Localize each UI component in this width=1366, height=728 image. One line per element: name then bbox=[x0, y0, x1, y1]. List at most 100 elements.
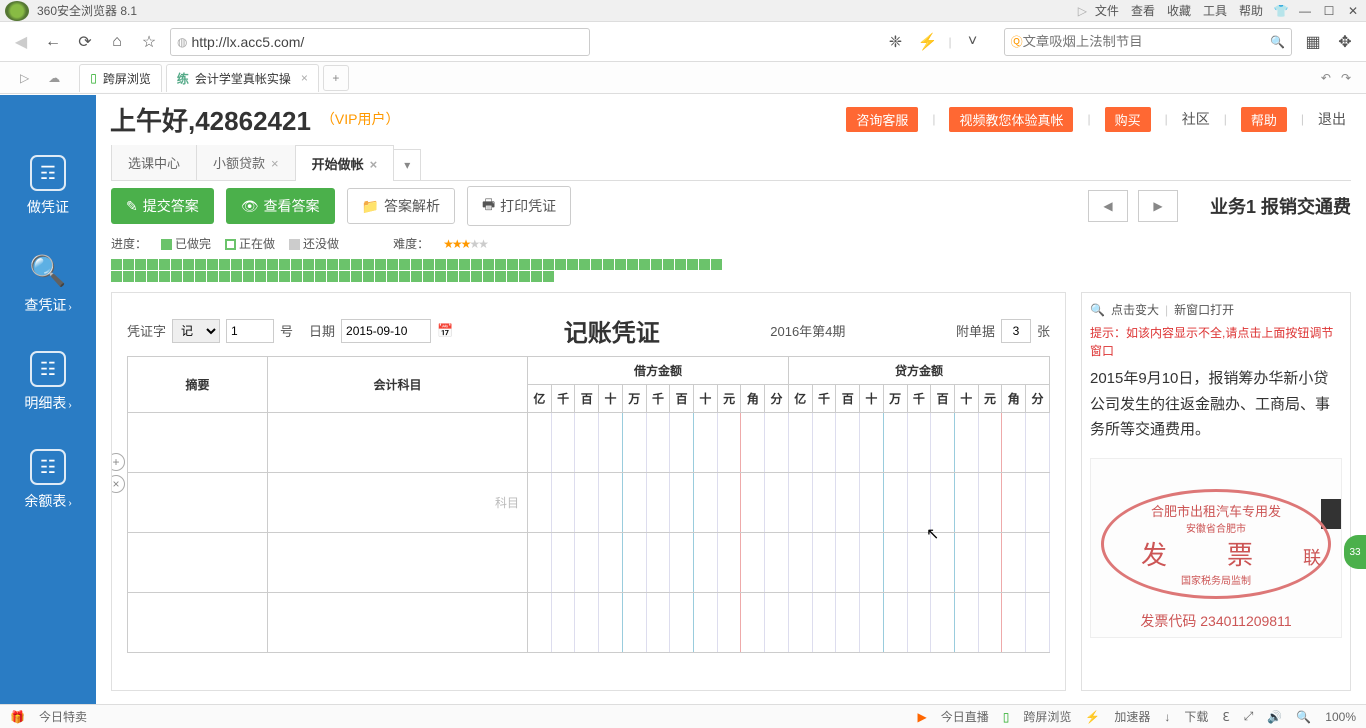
redo-icon[interactable]: ↷ bbox=[1341, 71, 1351, 85]
amount-cell[interactable] bbox=[954, 533, 978, 593]
itab-more[interactable]: ▾ bbox=[393, 149, 421, 180]
mute-icon[interactable]: ⤢ bbox=[1244, 709, 1254, 724]
sidebar-item-detail[interactable]: ☷ 明细表› bbox=[24, 351, 71, 413]
amount-cell[interactable] bbox=[670, 593, 694, 653]
amount-cell[interactable] bbox=[836, 473, 860, 533]
summary-cell[interactable] bbox=[128, 533, 268, 593]
amount-cell[interactable] bbox=[717, 413, 741, 473]
menu-file[interactable]: 文件 bbox=[1095, 2, 1119, 19]
sidebar-toggle-icon[interactable]: ▷ bbox=[20, 71, 29, 85]
amount-cell[interactable] bbox=[575, 533, 599, 593]
maximize-icon[interactable]: ☐ bbox=[1321, 4, 1337, 18]
amount-cell[interactable] bbox=[622, 413, 646, 473]
amount-cell[interactable] bbox=[1026, 473, 1050, 533]
amount-cell[interactable] bbox=[1002, 413, 1026, 473]
sidebar-item-balance[interactable]: ☷ 余额表› bbox=[24, 449, 71, 511]
help-button[interactable]: 帮助 bbox=[1241, 107, 1287, 132]
amount-cell[interactable] bbox=[741, 413, 765, 473]
amount-cell[interactable] bbox=[1026, 413, 1050, 473]
next-task-button[interactable]: ▶ bbox=[1138, 190, 1178, 222]
phone-icon[interactable]: ▯ bbox=[1003, 710, 1010, 724]
search-engine-icon[interactable]: Ⓠ bbox=[1011, 33, 1023, 50]
amount-cell[interactable] bbox=[836, 593, 860, 653]
amount-cell[interactable] bbox=[907, 533, 931, 593]
amount-cell[interactable] bbox=[599, 473, 623, 533]
amount-cell[interactable] bbox=[836, 533, 860, 593]
theme-icon[interactable]: 👕 bbox=[1273, 4, 1289, 18]
amount-cell[interactable] bbox=[694, 593, 718, 653]
status-left[interactable]: 今日特卖 bbox=[39, 708, 87, 725]
amount-cell[interactable] bbox=[883, 593, 907, 653]
logout-link[interactable]: 退出 bbox=[1318, 109, 1346, 129]
subject-cell[interactable]: 科目 bbox=[268, 473, 528, 533]
amount-cell[interactable] bbox=[717, 593, 741, 653]
amount-cell[interactable] bbox=[528, 473, 552, 533]
zoom-button[interactable]: 点击变大 bbox=[1111, 301, 1159, 318]
submit-button[interactable]: ✎提交答案 bbox=[111, 188, 214, 224]
home-icon[interactable]: ⌂ bbox=[106, 31, 128, 53]
speed-icon[interactable]: ⚡ bbox=[1085, 710, 1100, 724]
itab-start[interactable]: 开始做帐× bbox=[295, 145, 395, 181]
search-icon[interactable]: 🔍 bbox=[1270, 35, 1285, 49]
amount-cell[interactable] bbox=[575, 593, 599, 653]
cloud-icon[interactable]: ☁ bbox=[48, 71, 60, 85]
amount-cell[interactable] bbox=[978, 473, 1002, 533]
amount-cell[interactable] bbox=[694, 533, 718, 593]
amount-cell[interactable] bbox=[836, 413, 860, 473]
view-answer-button[interactable]: 👁查看答案 bbox=[226, 188, 335, 224]
newwin-button[interactable]: 新窗口打开 bbox=[1174, 301, 1234, 318]
summary-cell[interactable] bbox=[128, 473, 268, 533]
amount-cell[interactable] bbox=[978, 593, 1002, 653]
amount-cell[interactable] bbox=[860, 473, 884, 533]
amount-cell[interactable] bbox=[954, 593, 978, 653]
amount-cell[interactable] bbox=[741, 533, 765, 593]
search-input[interactable] bbox=[1023, 34, 1270, 49]
url-bar[interactable]: ◍ bbox=[170, 28, 590, 56]
amount-cell[interactable] bbox=[575, 473, 599, 533]
amount-cell[interactable] bbox=[931, 533, 955, 593]
amount-cell[interactable] bbox=[622, 593, 646, 653]
amount-cell[interactable] bbox=[528, 413, 552, 473]
menu-help[interactable]: 帮助 bbox=[1239, 2, 1263, 19]
sidebar-item-voucher[interactable]: ☶ 做凭证 bbox=[27, 155, 69, 217]
add-row-button[interactable]: + bbox=[111, 453, 125, 471]
voucher-date-input[interactable] bbox=[341, 319, 431, 343]
menu-caret-icon[interactable]: ▷ bbox=[1078, 4, 1087, 18]
mute-icon[interactable]: ℇ bbox=[1222, 710, 1229, 724]
amount-cell[interactable] bbox=[670, 473, 694, 533]
amount-cell[interactable] bbox=[551, 413, 575, 473]
video-button[interactable]: 视频教您体验真帐 bbox=[949, 107, 1073, 132]
amount-cell[interactable] bbox=[812, 413, 836, 473]
back-arrow-icon[interactable]: ← bbox=[42, 31, 64, 53]
live-icon[interactable]: ▶ bbox=[918, 710, 927, 724]
ext-grid-icon[interactable]: ▦ bbox=[1302, 31, 1324, 53]
float-bubble[interactable]: 33 bbox=[1344, 535, 1366, 569]
tab-close-icon[interactable]: × bbox=[271, 156, 279, 171]
amount-cell[interactable] bbox=[765, 413, 789, 473]
community-link[interactable]: 社区 bbox=[1182, 109, 1210, 129]
subject-cell[interactable] bbox=[268, 533, 528, 593]
amount-cell[interactable] bbox=[954, 413, 978, 473]
new-tab-button[interactable]: + bbox=[323, 65, 349, 91]
amount-cell[interactable] bbox=[646, 413, 670, 473]
amount-cell[interactable] bbox=[646, 593, 670, 653]
attach-input[interactable] bbox=[1001, 319, 1031, 343]
menu-view[interactable]: 查看 bbox=[1131, 2, 1155, 19]
ext-tool-icon[interactable]: ✥ bbox=[1334, 31, 1356, 53]
zoom-icon[interactable]: 🔍 bbox=[1296, 710, 1311, 724]
amount-cell[interactable] bbox=[670, 413, 694, 473]
search-bar[interactable]: Ⓠ 🔍 bbox=[1004, 28, 1292, 56]
voucher-type-select[interactable]: 记 bbox=[172, 319, 220, 343]
amount-cell[interactable] bbox=[765, 533, 789, 593]
gift-icon[interactable]: 🎁 bbox=[10, 710, 25, 724]
undo-icon[interactable]: ↶ bbox=[1321, 71, 1331, 85]
amount-cell[interactable] bbox=[694, 413, 718, 473]
summary-cell[interactable] bbox=[128, 413, 268, 473]
tab-close-icon[interactable]: × bbox=[370, 157, 378, 172]
amount-cell[interactable] bbox=[694, 473, 718, 533]
del-row-button[interactable]: × bbox=[111, 475, 125, 493]
calendar-icon[interactable]: 📅 bbox=[437, 323, 453, 339]
refresh-green-icon[interactable]: ❈ bbox=[884, 31, 906, 53]
status-speed[interactable]: 加速器 bbox=[1114, 708, 1150, 725]
amount-cell[interactable] bbox=[1026, 593, 1050, 653]
